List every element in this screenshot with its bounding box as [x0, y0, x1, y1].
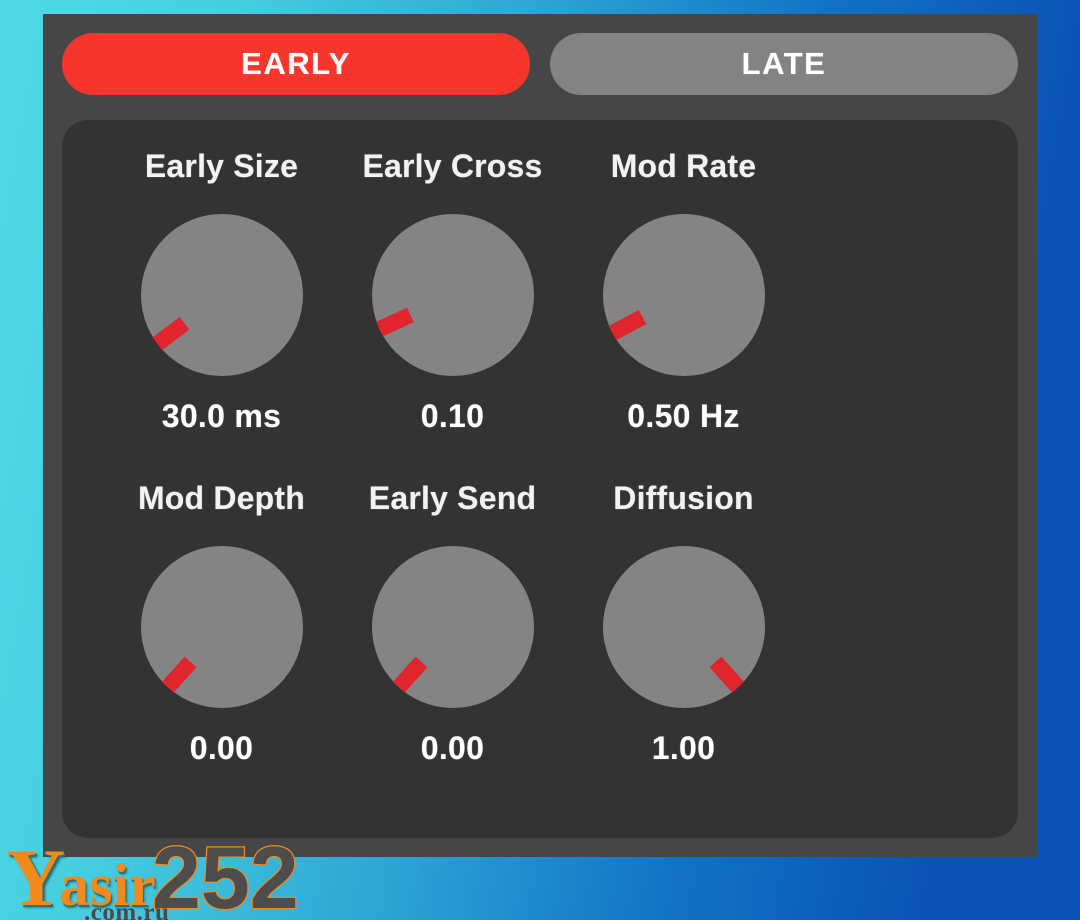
tab-late[interactable]: LATE [550, 33, 1018, 95]
knob-dial-wrap [140, 546, 303, 708]
rotary-knob-diffusion[interactable] [602, 546, 765, 708]
tab-late-label: LATE [741, 45, 827, 81]
knob-mod-rate: Mod Rate 0.50 Hz [568, 150, 799, 482]
knob-label: Early Size [144, 148, 299, 184]
knob-label: Early Cross [362, 148, 543, 184]
rotary-knob-mod-depth[interactable] [140, 546, 303, 708]
knob-label: Diffusion [613, 480, 754, 516]
knob-early-send: Early Send 0.00 [337, 482, 568, 814]
rotary-knob-early-cross[interactable] [371, 214, 534, 376]
knob-early-size: Early Size 30.0 ms [106, 150, 337, 482]
knob-value: 0.00 [420, 730, 485, 766]
knob-label: Mod Depth [137, 480, 306, 516]
knob-mod-depth: Mod Depth 0.00 [106, 482, 337, 814]
early-controls-panel: Early Size 30.0 ms Early Cross 0.10 Mod … [62, 120, 1018, 838]
tab-early[interactable]: EARLY [62, 33, 530, 95]
knob-value: 0.00 [189, 730, 254, 766]
knob-label: Mod Rate [610, 148, 757, 184]
plugin-window: EARLY LATE Early Size 30.0 ms Early Cros… [43, 14, 1037, 857]
knob-value: 30.0 ms [161, 398, 282, 434]
knob-value: 0.50 Hz [627, 398, 740, 434]
knob-dial-wrap [371, 214, 534, 376]
knob-grid: Early Size 30.0 ms Early Cross 0.10 Mod … [62, 150, 1018, 920]
rotary-knob-early-size[interactable] [140, 214, 303, 376]
knob-dial-wrap [140, 214, 303, 376]
knob-dial-wrap [602, 214, 765, 376]
knob-value: 0.10 [420, 398, 485, 434]
knob-early-cross: Early Cross 0.10 [337, 150, 568, 482]
tab-early-label: EARLY [241, 45, 351, 81]
rotary-knob-early-send[interactable] [371, 546, 534, 708]
tab-bar: EARLY LATE [62, 33, 1018, 95]
rotary-knob-mod-rate[interactable] [602, 214, 765, 376]
knob-diffusion: Diffusion 1.00 [568, 482, 799, 814]
knob-dial-wrap [371, 546, 534, 708]
knob-value: 1.00 [651, 730, 716, 766]
knob-label: Early Send [368, 480, 537, 516]
knob-dial-wrap [602, 546, 765, 708]
